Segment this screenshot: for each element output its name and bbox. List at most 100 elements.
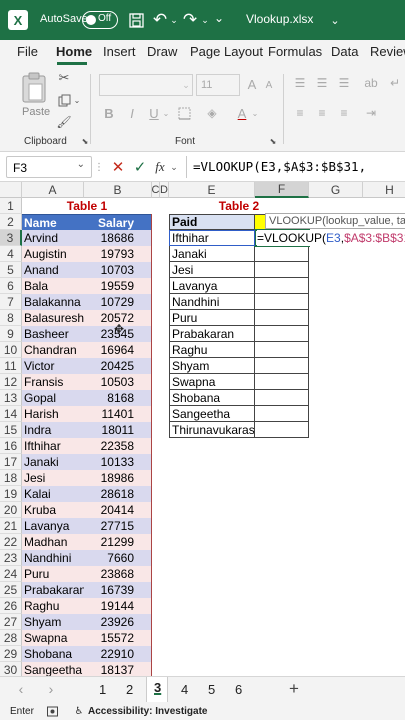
table1-name-cell[interactable]: Sangeetha: [22, 662, 84, 676]
row-header[interactable]: 28: [0, 630, 22, 646]
align-right-icon[interactable]: ≡: [335, 104, 353, 122]
table2-paid-cell[interactable]: [255, 262, 309, 278]
table1-salary-cell[interactable]: 23926: [84, 614, 152, 630]
table1-salary-cell[interactable]: 16739: [84, 582, 152, 598]
row-header[interactable]: 8: [0, 310, 22, 326]
row-header[interactable]: 18: [0, 470, 22, 486]
table1-salary-cell[interactable]: 10729: [84, 294, 152, 310]
undo-icon[interactable]: ↶: [150, 10, 170, 30]
table1-name-cell[interactable]: Fransis: [22, 374, 84, 390]
table1-salary-cell[interactable]: 8168: [84, 390, 152, 406]
font-size-box[interactable]: 11: [196, 74, 240, 96]
f3-edit-formula[interactable]: =VLOOKUP(E3,$A$3:$B$31,: [257, 230, 405, 246]
table1-salary-cell[interactable]: 19144: [84, 598, 152, 614]
sheet-tab-1[interactable]: 1: [99, 682, 106, 697]
italic-icon[interactable]: I: [124, 104, 140, 122]
table1-salary-cell[interactable]: 18686: [84, 230, 152, 246]
table1-name-cell[interactable]: Shyam: [22, 614, 84, 630]
worksheet-grid[interactable]: A B C D E F G H 1 2 3 4 5 6 7 8 9 10 11 12 13 14 15 16 1…: [0, 182, 405, 676]
cut-icon[interactable]: ✂: [56, 70, 72, 86]
table1-salary-cell[interactable]: 19793: [84, 246, 152, 262]
table2-paid-cell[interactable]: [255, 358, 309, 374]
row-header[interactable]: 29: [0, 646, 22, 662]
align-bottom-icon[interactable]: ☰: [335, 74, 353, 92]
column-header-a[interactable]: A: [22, 182, 84, 198]
row-header[interactable]: 25: [0, 582, 22, 598]
next-sheet-icon[interactable]: ›: [44, 681, 58, 697]
table1-name-cell[interactable]: Raghu: [22, 598, 84, 614]
font-name-box[interactable]: [99, 74, 193, 96]
formula-options-icon[interactable]: ⋮: [94, 160, 104, 174]
table1-name-cell[interactable]: Lavanya: [22, 518, 84, 534]
table1-salary-cell[interactable]: 10703: [84, 262, 152, 278]
table1-salary-cell[interactable]: 10133: [84, 454, 152, 470]
table1-name-cell[interactable]: Kruba: [22, 502, 84, 518]
row-header[interactable]: 2: [0, 214, 22, 230]
table2-name-cell[interactable]: Shobana: [169, 390, 255, 406]
orientation-icon[interactable]: ab: [362, 74, 380, 92]
accessibility-status[interactable]: Accessibility: Investigate: [88, 706, 208, 717]
bold-icon[interactable]: B: [101, 104, 117, 122]
table1-name-cell[interactable]: Madhan: [22, 534, 84, 550]
align-top-icon[interactable]: ☰: [291, 74, 309, 92]
cancel-icon[interactable]: ✕: [108, 158, 128, 176]
row-header[interactable]: 19: [0, 486, 22, 502]
table2-name-cell[interactable]: Janaki: [169, 246, 255, 262]
accessibility-icon[interactable]: ♿: [73, 705, 85, 717]
table1-name-cell[interactable]: Nandhini: [22, 550, 84, 566]
enter-icon[interactable]: ✓: [130, 158, 150, 176]
customize-toolbar-icon[interactable]: ⌄: [212, 8, 226, 28]
filename-chevron-icon[interactable]: ⌄: [328, 10, 342, 30]
copy-icon[interactable]: [56, 92, 72, 108]
table2-name-cell[interactable]: Nandhini: [169, 294, 255, 310]
table1-name-cell[interactable]: Jesi: [22, 470, 84, 486]
column-header-g[interactable]: G: [309, 182, 363, 198]
table2-paid-cell[interactable]: [255, 326, 309, 342]
sheet-tab-5[interactable]: 5: [208, 682, 215, 697]
wrap-text-icon[interactable]: ↵: [386, 74, 404, 92]
table2-name-cell[interactable]: Puru: [169, 310, 255, 326]
tab-file[interactable]: File: [17, 44, 38, 59]
table1-name-cell[interactable]: Puru: [22, 566, 84, 582]
name-box[interactable]: F3 ⌄: [6, 156, 92, 178]
sheet-tab-4[interactable]: 4: [181, 682, 188, 697]
table1-salary-cell[interactable]: 18011: [84, 422, 152, 438]
table1-name-cell[interactable]: Shobana: [22, 646, 84, 662]
row-header[interactable]: 27: [0, 614, 22, 630]
align-middle-icon[interactable]: ☰: [313, 74, 331, 92]
table1-header-salary[interactable]: Salary: [84, 214, 152, 230]
row-header[interactable]: 5: [0, 262, 22, 278]
table1-salary-cell[interactable]: 18986: [84, 470, 152, 486]
table1-name-cell[interactable]: Janaki: [22, 454, 84, 470]
name-box-dropdown-icon[interactable]: ⌄: [77, 159, 85, 170]
row-header[interactable]: 6: [0, 278, 22, 294]
fx-dropdown-icon[interactable]: ⌄: [169, 158, 179, 176]
row-header[interactable]: 30: [0, 662, 22, 676]
table1-name-cell[interactable]: Basheer: [22, 326, 84, 342]
row-header[interactable]: 10: [0, 342, 22, 358]
table1-salary-cell[interactable]: 21299: [84, 534, 152, 550]
column-header-e[interactable]: E: [169, 182, 255, 198]
row-header[interactable]: 3: [0, 230, 22, 246]
row-header[interactable]: 14: [0, 406, 22, 422]
table2-header-paid[interactable]: Paid: [169, 214, 255, 230]
column-header-f[interactable]: F: [255, 182, 309, 198]
font-color-dropdown-icon[interactable]: ⌄: [251, 106, 259, 120]
table2-paid-cell[interactable]: [255, 374, 309, 390]
table2-paid-cell[interactable]: [255, 294, 309, 310]
table1-salary-cell[interactable]: 27715: [84, 518, 152, 534]
tab-home[interactable]: Home: [56, 44, 92, 59]
table1-name-cell[interactable]: Anand: [22, 262, 84, 278]
table1-name-cell[interactable]: Ifthihar: [22, 438, 84, 454]
align-center-icon[interactable]: ≡: [313, 104, 331, 122]
table1-salary-cell[interactable]: 16964: [84, 342, 152, 358]
row-header[interactable]: 24: [0, 566, 22, 582]
table1-salary-cell[interactable]: 23868: [84, 566, 152, 582]
prev-sheet-icon[interactable]: ‹: [14, 681, 28, 697]
tab-data[interactable]: Data: [331, 44, 358, 59]
redo-dropdown-icon[interactable]: ⌄: [200, 10, 210, 30]
format-painter-icon[interactable]: 🖌: [56, 114, 72, 130]
row-header[interactable]: 26: [0, 598, 22, 614]
table1-salary-cell[interactable]: 10503: [84, 374, 152, 390]
row-header[interactable]: 16: [0, 438, 22, 454]
